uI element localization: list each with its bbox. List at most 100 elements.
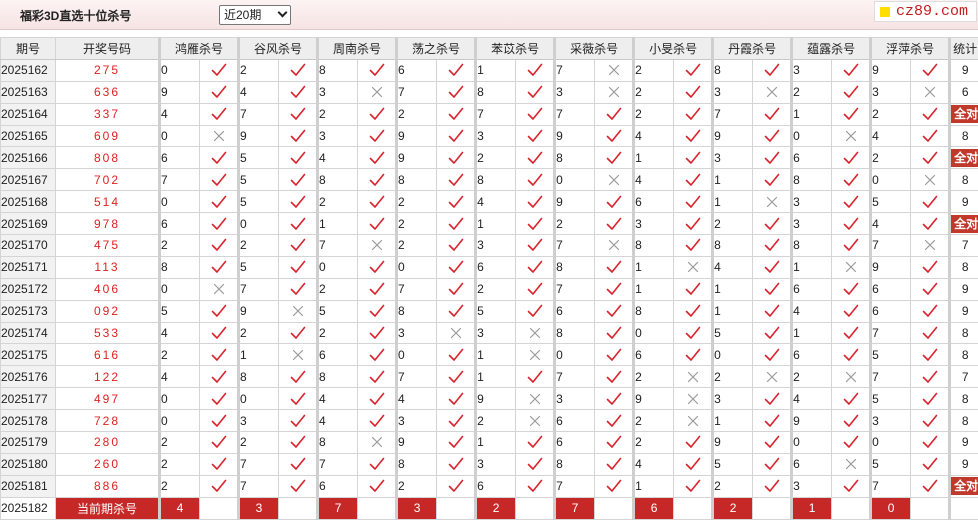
table-row: 20251818862762671237全对 bbox=[1, 475, 978, 497]
cross-icon bbox=[674, 388, 713, 410]
check-icon bbox=[911, 278, 950, 300]
check-icon bbox=[674, 103, 713, 125]
cross-icon bbox=[753, 366, 792, 388]
kill-number: 2 bbox=[634, 410, 674, 432]
kill-number: 9 bbox=[397, 125, 437, 147]
kill-number: 7 bbox=[476, 103, 516, 125]
kill-number: 9 bbox=[871, 256, 911, 278]
check-icon bbox=[911, 410, 950, 432]
check-icon bbox=[595, 256, 634, 278]
kill-number: 4 bbox=[792, 300, 832, 322]
check-icon bbox=[911, 103, 950, 125]
kill-number: 7 bbox=[318, 453, 358, 475]
check-icon bbox=[516, 59, 555, 81]
check-icon bbox=[516, 169, 555, 191]
kill-number: 9 bbox=[634, 388, 674, 410]
issue-number: 2025164 bbox=[1, 103, 56, 125]
all-right-badge: 全对 bbox=[951, 105, 978, 123]
kill-number: 2 bbox=[476, 278, 516, 300]
kill-number: 2 bbox=[634, 103, 674, 125]
kill-number: 5 bbox=[871, 344, 911, 366]
check-icon bbox=[279, 147, 318, 169]
site-logo[interactable]: cz89.com bbox=[874, 1, 977, 22]
table-row: 20251643374722772712全对 bbox=[1, 103, 978, 125]
kill-number: 3 bbox=[555, 81, 595, 103]
period-select[interactable]: 近20期 bbox=[219, 5, 291, 25]
kill-number: 2 bbox=[160, 475, 200, 497]
check-icon bbox=[674, 475, 713, 497]
check-icon bbox=[516, 300, 555, 322]
kill-number: 0 bbox=[160, 388, 200, 410]
cross-icon bbox=[279, 344, 318, 366]
hit-count: 6 bbox=[950, 81, 978, 103]
kill-number: 3 bbox=[476, 322, 516, 344]
check-icon bbox=[674, 125, 713, 147]
check-icon bbox=[674, 213, 713, 235]
table-row: 202517047522723788877 bbox=[1, 235, 978, 257]
check-icon bbox=[358, 103, 397, 125]
kill-number: 0 bbox=[871, 432, 911, 454]
kill-number: 1 bbox=[792, 256, 832, 278]
cross-icon bbox=[516, 322, 555, 344]
kill-number: 2 bbox=[318, 191, 358, 213]
check-icon bbox=[832, 235, 871, 257]
kill-number: 2 bbox=[239, 59, 279, 81]
cross-icon bbox=[832, 256, 871, 278]
draw-number: 497 bbox=[56, 388, 160, 410]
kill-number: 0 bbox=[555, 344, 595, 366]
check-icon bbox=[200, 169, 239, 191]
check-icon bbox=[911, 366, 950, 388]
cross-icon bbox=[516, 410, 555, 432]
kill-number: 2 bbox=[318, 103, 358, 125]
check-icon bbox=[358, 300, 397, 322]
check-icon bbox=[358, 278, 397, 300]
draw-number: 113 bbox=[56, 256, 160, 278]
check-icon bbox=[437, 432, 476, 454]
check-icon bbox=[279, 169, 318, 191]
check-icon bbox=[200, 213, 239, 235]
kill-number: 8 bbox=[318, 366, 358, 388]
check-icon bbox=[674, 191, 713, 213]
check-icon bbox=[595, 191, 634, 213]
kill-number: 7 bbox=[239, 453, 279, 475]
kill-number: 6 bbox=[476, 256, 516, 278]
kill-number: 1 bbox=[476, 59, 516, 81]
check-icon bbox=[279, 125, 318, 147]
kill-number: 2 bbox=[792, 366, 832, 388]
empty-cell bbox=[358, 497, 397, 519]
kill-number: 1 bbox=[476, 432, 516, 454]
check-icon bbox=[832, 432, 871, 454]
check-icon bbox=[595, 125, 634, 147]
kill-number: 8 bbox=[555, 453, 595, 475]
kill-number: 6 bbox=[792, 278, 832, 300]
header-expert: 蕴露杀号 bbox=[792, 38, 871, 60]
all-right-badge-cell: 全对 bbox=[950, 475, 978, 497]
kill-number: 3 bbox=[318, 125, 358, 147]
check-icon bbox=[832, 475, 871, 497]
check-icon bbox=[832, 59, 871, 81]
check-icon bbox=[595, 475, 634, 497]
check-icon bbox=[516, 191, 555, 213]
chevron-down-icon bbox=[278, 8, 288, 18]
current-kill-number: 6 bbox=[634, 497, 674, 519]
empty-cell bbox=[674, 497, 713, 519]
kill-number: 8 bbox=[555, 256, 595, 278]
kill-number: 9 bbox=[555, 125, 595, 147]
kill-number: 2 bbox=[634, 81, 674, 103]
check-icon bbox=[595, 388, 634, 410]
kill-number: 6 bbox=[318, 344, 358, 366]
kill-number: 1 bbox=[713, 300, 753, 322]
check-icon bbox=[279, 191, 318, 213]
check-icon bbox=[358, 59, 397, 81]
check-icon bbox=[358, 125, 397, 147]
kill-number: 2 bbox=[318, 278, 358, 300]
cross-icon bbox=[674, 366, 713, 388]
kill-number: 0 bbox=[160, 59, 200, 81]
table-row: 20251668086549281362全对 bbox=[1, 147, 978, 169]
check-icon bbox=[437, 191, 476, 213]
check-icon bbox=[437, 59, 476, 81]
check-icon bbox=[200, 432, 239, 454]
kill-number: 5 bbox=[476, 300, 516, 322]
kill-number: 0 bbox=[160, 191, 200, 213]
cross-icon bbox=[358, 81, 397, 103]
